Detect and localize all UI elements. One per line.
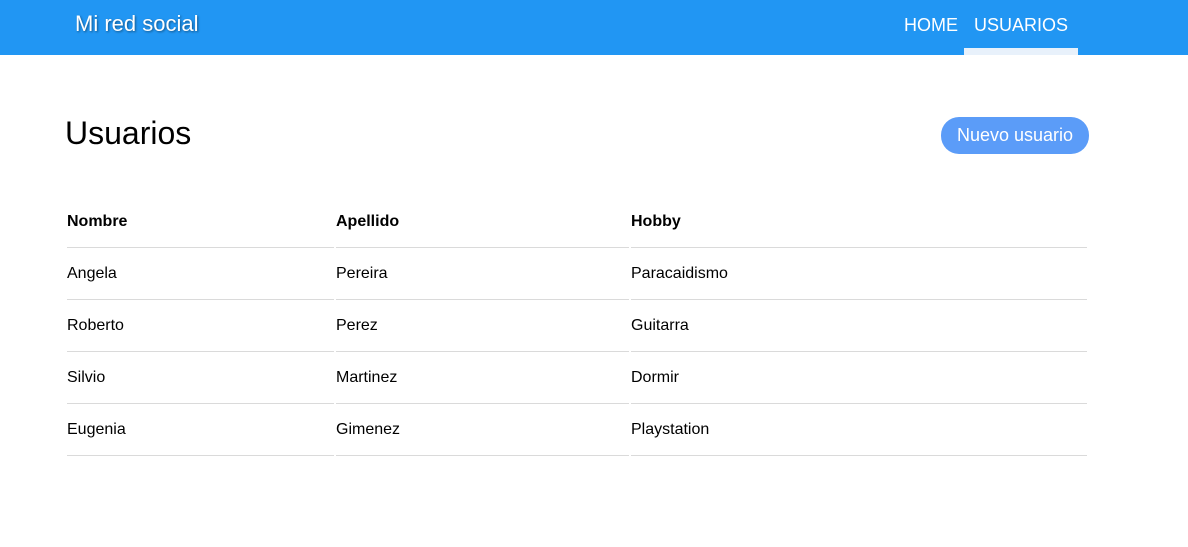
cell-nombre: Angela [67, 248, 334, 300]
cell-hobby: Paracaidismo [631, 248, 1087, 300]
table-header-row: Nombre Apellido Hobby [67, 196, 1087, 248]
nav-users-link[interactable]: USUARIOS [964, 0, 1079, 55]
cell-apellido: Gimenez [336, 404, 629, 456]
cell-nombre: Silvio [67, 352, 334, 404]
column-header-hobby: Hobby [631, 196, 1087, 248]
table-row: Roberto Perez Guitarra [67, 300, 1087, 352]
cell-nombre: Roberto [67, 300, 334, 352]
cell-hobby: Guitarra [631, 300, 1087, 352]
nav-users-label: USUARIOS [974, 15, 1069, 35]
cell-apellido: Perez [336, 300, 629, 352]
new-user-button[interactable]: Nuevo usuario [941, 117, 1089, 154]
cell-apellido: Martinez [336, 352, 629, 404]
nav-active-indicator [964, 48, 1079, 55]
table-row: Angela Pereira Paracaidismo [67, 248, 1087, 300]
navbar: Mi red social HOME USUARIOS [0, 0, 1188, 55]
cell-hobby: Dormir [631, 352, 1087, 404]
table-row: Silvio Martinez Dormir [67, 352, 1087, 404]
page-title: Usuarios [65, 115, 192, 151]
users-table: Nombre Apellido Hobby Angela Pereira Par… [65, 196, 1089, 456]
brand-title[interactable]: Mi red social [75, 11, 198, 37]
column-header-nombre: Nombre [67, 196, 334, 248]
column-header-apellido: Apellido [336, 196, 629, 248]
cell-apellido: Pereira [336, 248, 629, 300]
cell-hobby: Playstation [631, 404, 1087, 456]
table-row: Eugenia Gimenez Playstation [67, 404, 1087, 456]
nav-home-link[interactable]: HOME [904, 0, 958, 55]
cell-nombre: Eugenia [67, 404, 334, 456]
